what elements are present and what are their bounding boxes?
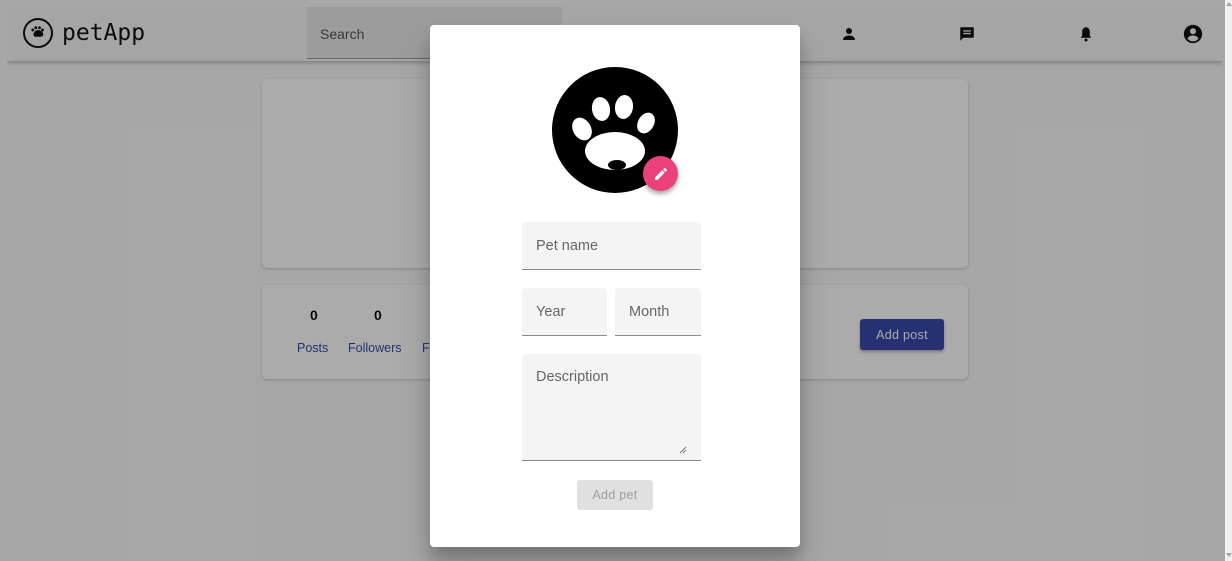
year-field[interactable]: Year <box>522 288 607 336</box>
scroll-down-arrow-icon[interactable] <box>1226 553 1232 557</box>
add-pet-button[interactable]: Add pet <box>577 480 653 510</box>
description-field[interactable]: Description <box>522 354 701 461</box>
pet-name-field[interactable]: Pet name <box>522 222 701 270</box>
scroll-up-arrow-icon[interactable] <box>1226 2 1232 6</box>
edit-avatar-button[interactable] <box>643 156 678 191</box>
description-placeholder: Description <box>536 369 609 385</box>
month-field[interactable]: Month <box>615 288 701 336</box>
scrollbar[interactable] <box>1225 0 1232 561</box>
add-pet-dialog: Pet name Year Month Description Add pet <box>430 25 800 547</box>
pencil-icon <box>654 167 667 180</box>
resize-handle-icon[interactable] <box>679 446 687 454</box>
